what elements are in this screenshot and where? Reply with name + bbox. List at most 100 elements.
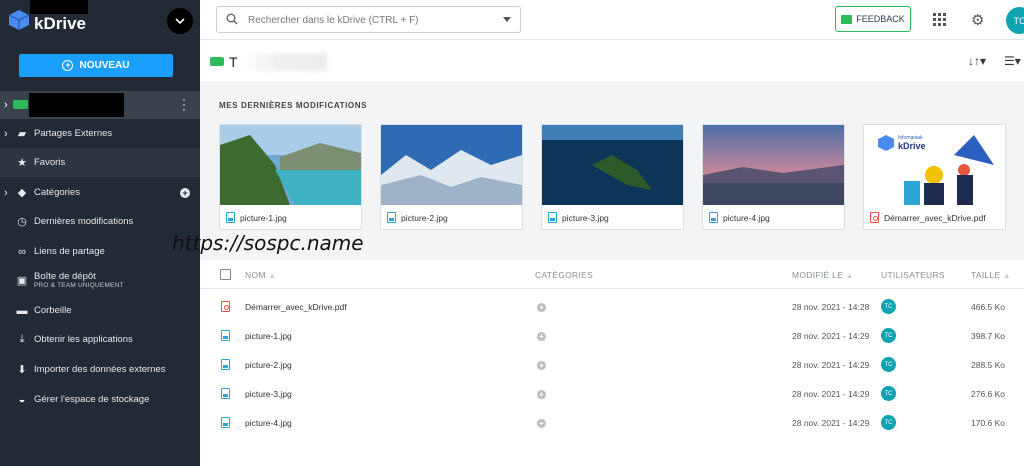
user-avatar: TC [881,299,896,314]
more-options-icon[interactable]: · · · [182,93,186,115]
sidebar-item-label: Catégories [34,187,80,198]
sidebar-item-label: Dernières modifications [34,216,134,227]
file-name[interactable]: picture-4.jpg [245,418,292,428]
recent-card[interactable]: picture-1.jpg [219,124,362,230]
sidebar-item-label: Corbeille [34,305,72,316]
avatar[interactable]: TC [1006,7,1024,34]
thumbnail-image: Infomaniak kDrive [864,125,1005,205]
table-header: NOM ▲ CATÉGORIES MODIFIÉ LE ▲ UTILISATEURS… [200,261,1024,289]
star-icon: ★ [17,157,27,169]
search-input[interactable]: Rechercher dans le kDrive (CTRL + F) [216,6,521,33]
sort-icon[interactable]: ↓↑▾ [968,54,986,68]
sidebar-item-get-apps[interactable]: ⤓ Obtenir les applications [0,325,200,354]
column-label: TAILLE [971,270,1001,280]
sidebar-item-favorites[interactable]: ★ Favoris [0,148,200,177]
image-file-icon [709,212,718,223]
file-name[interactable]: picture-2.jpg [245,360,292,370]
chevron-down-icon [175,18,185,24]
sidebar-item-external-shares[interactable]: › ▰ Partages Externes [0,119,200,148]
add-category-icon[interactable]: + [537,361,546,370]
table-row[interactable]: picture-1.jpg + 28 nov. 2021 - 14:29 TC … [200,321,1024,350]
image-file-icon [221,330,230,341]
sidebar-item-sublabel: PRO & TEAM UNIQUEMENT [34,282,124,289]
new-button-label: NOUVEAU [79,60,130,71]
brand: kDrive [0,0,200,44]
sidebar-item-label: Boîte de dépôt [34,271,96,282]
list-view-icon[interactable]: ☰▾ [1004,54,1021,68]
column-header-modified[interactable]: MODIFIÉ LE ▲ [792,270,853,280]
plus-circle-icon: + [62,60,74,71]
thumbnail-image [220,125,361,205]
add-category-icon[interactable]: + [537,303,546,312]
chat-icon [841,14,853,24]
search-icon [226,13,238,25]
sort-up-icon: ▲ [268,273,276,280]
sidebar-item-share-links[interactable]: ∞ Liens de partage [0,237,200,266]
redacted-block [30,0,88,14]
card-filename: picture-2.jpg [401,212,448,223]
drive-icon [13,100,28,109]
modified-date: 28 nov. 2021 - 14:29 [792,331,870,341]
kdrive-logo-icon [8,10,30,30]
feedback-button[interactable]: FEEDBACK [835,6,911,32]
sidebar-item-categories[interactable]: › ◆ Catégories + [0,178,200,207]
redacted-drive-name [29,93,124,117]
storage-icon: ◒ [18,393,26,406]
file-name[interactable]: picture-1.jpg [245,331,292,341]
user-avatar: TC [881,357,896,372]
add-category-icon[interactable]: + [537,332,546,341]
sidebar-item-dropbox[interactable]: ▣ Boîte de dépôt PRO & TEAM UNIQUEMENT [0,266,200,299]
sidebar-item-recent-changes[interactable]: ◷ Dernières modifications [0,207,200,236]
sidebar-item-label: Liens de partage [34,246,105,257]
sidebar-item-label: Favoris [34,157,66,168]
chevron-right-icon[interactable]: › [4,128,8,140]
thumb-title: kDrive [898,141,926,151]
chevron-right-icon[interactable]: › [4,99,8,111]
app-name: kDrive [34,14,86,33]
file-size: 170.6 Ko [971,418,1006,428]
add-category-icon[interactable]: + [537,390,546,399]
thumbnail-image [381,125,522,205]
card-filename: picture-1.jpg [240,212,287,223]
sidebar-item-storage[interactable]: ◒ Gérer l'espace de stockage [0,385,200,414]
file-name[interactable]: picture-3.jpg [245,389,292,399]
card-caption: picture-2.jpg [387,212,448,223]
recent-card[interactable]: picture-4.jpg [702,124,845,230]
sort-icon: ▲ [846,273,854,280]
import-icon: ⬇ [17,364,27,376]
image-file-icon [387,212,396,223]
pdf-file-icon [870,212,879,223]
file-name[interactable]: Démarrer_avec_kDrive.pdf [245,302,347,312]
gear-icon[interactable]: ⚙ [971,11,984,29]
card-caption: picture-3.jpg [548,212,609,223]
add-category-button[interactable]: + [180,187,190,198]
file-size: 276.6 Ko [971,389,1006,399]
sidebar-item-label: Obtenir les applications [34,334,133,345]
column-label: NOM [245,270,266,280]
recent-card[interactable]: picture-2.jpg [380,124,523,230]
recent-card[interactable]: picture-3.jpg [541,124,684,230]
chevron-right-icon[interactable]: › [4,187,8,199]
user-avatar: TC [881,386,896,401]
select-all-checkbox[interactable] [220,269,231,280]
table-row[interactable]: picture-4.jpg + 28 nov. 2021 - 14:29 TC … [200,408,1024,437]
table-row[interactable]: picture-3.jpg + 28 nov. 2021 - 14:29 TC … [200,379,1024,408]
column-header-size[interactable]: TAILLE ▲ [971,270,1011,280]
apps-grid-icon[interactable] [933,13,946,26]
table-row[interactable]: Démarrer_avec_kDrive.pdf + 28 nov. 2021 … [200,292,1024,321]
drive-switch-button[interactable] [167,8,193,34]
image-file-icon [548,212,557,223]
search-dropdown-icon[interactable] [503,17,511,22]
new-button[interactable]: + NOUVEAU [19,54,173,77]
column-header-name[interactable]: NOM ▲ [245,270,276,280]
sidebar-item-trash[interactable]: ▬ Corbeille [0,296,200,325]
table-row[interactable]: picture-2.jpg + 28 nov. 2021 - 14:29 TC … [200,350,1024,379]
thumbnail-image [542,125,683,205]
download-icon: ⤓ [19,333,25,345]
card-filename: picture-4.jpg [723,212,770,223]
add-category-icon[interactable]: + [537,419,546,428]
sidebar-item-import[interactable]: ⬇ Importer des données externes [0,355,200,384]
image-file-icon [226,212,235,223]
recent-card[interactable]: Infomaniak kDrive Démarrer_avec_kDrive.p… [863,124,1006,230]
drive-root-item[interactable]: › · · · [0,91,200,119]
